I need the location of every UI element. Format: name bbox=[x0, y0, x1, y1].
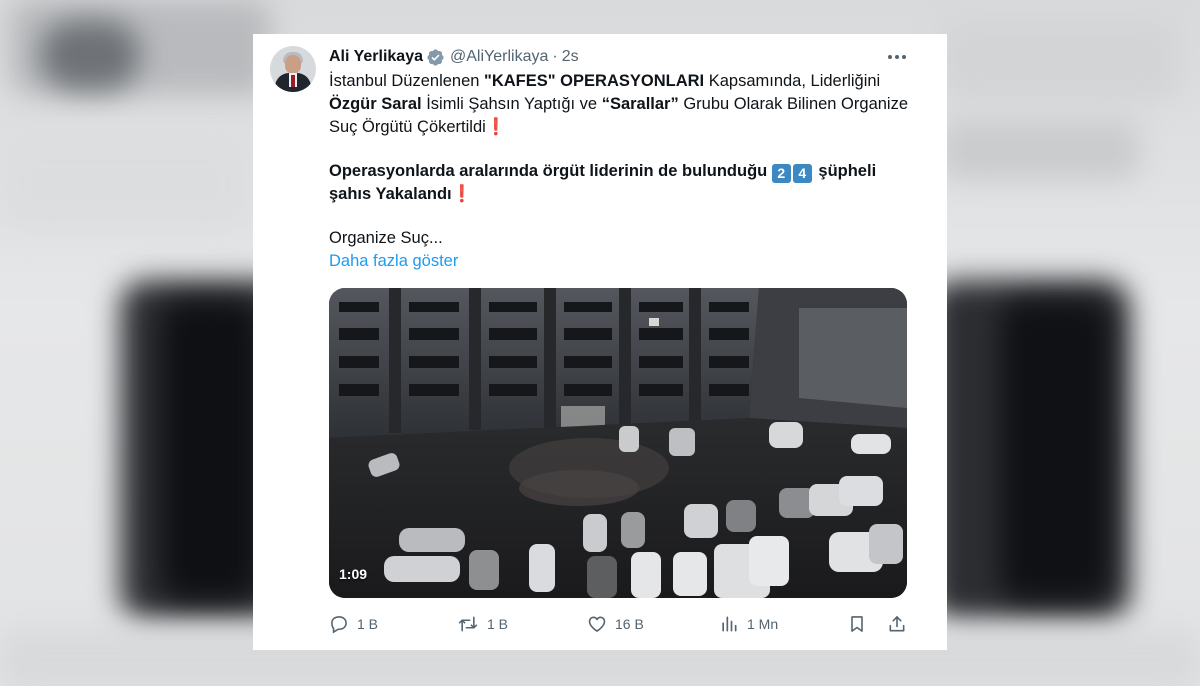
heart-icon bbox=[587, 614, 607, 634]
tweet-card[interactable]: Ali Yerlikaya @AliYerlikaya · 2s İstanbu… bbox=[253, 34, 947, 650]
tweet-paragraph-1: İstanbul Düzenlenen "KAFES" OPERASYONLAR… bbox=[329, 70, 915, 139]
text-run-bold: Operasyonlarda aralarında örgüt liderini… bbox=[329, 162, 772, 180]
tweet-actions: 1 B 1 B 16 B 1 Mn bbox=[329, 612, 913, 636]
bookmark-button[interactable] bbox=[847, 612, 867, 636]
avatar-face bbox=[285, 55, 301, 74]
video-player[interactable]: 1:09 bbox=[329, 288, 907, 598]
text-run: İsimli Şahsın Yaptığı ve bbox=[421, 95, 602, 113]
background-blur-shape bbox=[1000, 300, 1110, 600]
exclamation-emoji: ❗ bbox=[451, 185, 473, 203]
repost-button[interactable]: 1 B bbox=[457, 612, 508, 636]
repost-count: 1 B bbox=[487, 616, 509, 632]
like-button[interactable]: 16 B bbox=[587, 612, 644, 636]
views-chart-icon bbox=[719, 614, 739, 634]
text-run-bold: "KAFES" OPERASYONLARI bbox=[484, 72, 705, 90]
keycap-4-emoji: 4 bbox=[792, 164, 812, 183]
verified-badge-icon[interactable] bbox=[426, 48, 445, 67]
views-count: 1 Mn bbox=[747, 616, 779, 632]
background-blur-shape bbox=[0, 140, 250, 230]
text-run-bold: “Sarallar” bbox=[601, 95, 679, 113]
text-run: İstanbul Düzenlenen bbox=[329, 72, 485, 90]
tweet-paragraph-3: Organize Suç... bbox=[329, 229, 443, 247]
video-thumbnail bbox=[329, 288, 907, 598]
background-blur-shape bbox=[40, 20, 140, 90]
text-run-bold: Özgür Saral bbox=[329, 95, 422, 113]
repost-icon bbox=[457, 614, 479, 634]
tweet-paragraph-2: Operasyonlarda aralarında örgüt liderini… bbox=[329, 160, 915, 206]
tweet-header: Ali Yerlikaya @AliYerlikaya · 2s bbox=[329, 46, 579, 68]
video-duration: 1:09 bbox=[339, 566, 368, 582]
header-separator: · bbox=[552, 48, 558, 65]
background-blur-shape bbox=[160, 300, 260, 600]
author-avatar[interactable] bbox=[270, 46, 316, 92]
views-button[interactable]: 1 Mn bbox=[719, 612, 778, 636]
author-name[interactable]: Ali Yerlikaya bbox=[329, 48, 423, 66]
reply-count: 1 B bbox=[357, 616, 379, 632]
bookmark-icon bbox=[847, 614, 867, 634]
text-run: Kapsamında, Liderliğini bbox=[704, 72, 881, 90]
dot-shape bbox=[888, 55, 892, 59]
author-handle[interactable]: @AliYerlikaya bbox=[450, 48, 548, 66]
tweet-text: İstanbul Düzenlenen "KAFES" OPERASYONLAR… bbox=[329, 70, 915, 273]
exclamation-emoji: ❗ bbox=[485, 118, 507, 136]
background-blur-shape bbox=[940, 120, 1140, 180]
avatar-tie bbox=[291, 75, 295, 87]
reply-button[interactable]: 1 B bbox=[329, 612, 378, 636]
share-icon bbox=[887, 614, 907, 634]
dot-shape bbox=[902, 55, 906, 59]
like-count: 16 B bbox=[615, 616, 644, 632]
background-blur-shape bbox=[940, 20, 1180, 100]
keycap-2-emoji: 2 bbox=[771, 164, 791, 183]
show-more-link[interactable]: Daha fazla göster bbox=[329, 250, 458, 273]
dot-shape bbox=[895, 55, 899, 59]
share-button[interactable] bbox=[887, 612, 907, 636]
tweet-timestamp[interactable]: 2s bbox=[562, 48, 579, 66]
reply-icon bbox=[329, 614, 349, 634]
more-dots-icon[interactable] bbox=[885, 46, 909, 68]
